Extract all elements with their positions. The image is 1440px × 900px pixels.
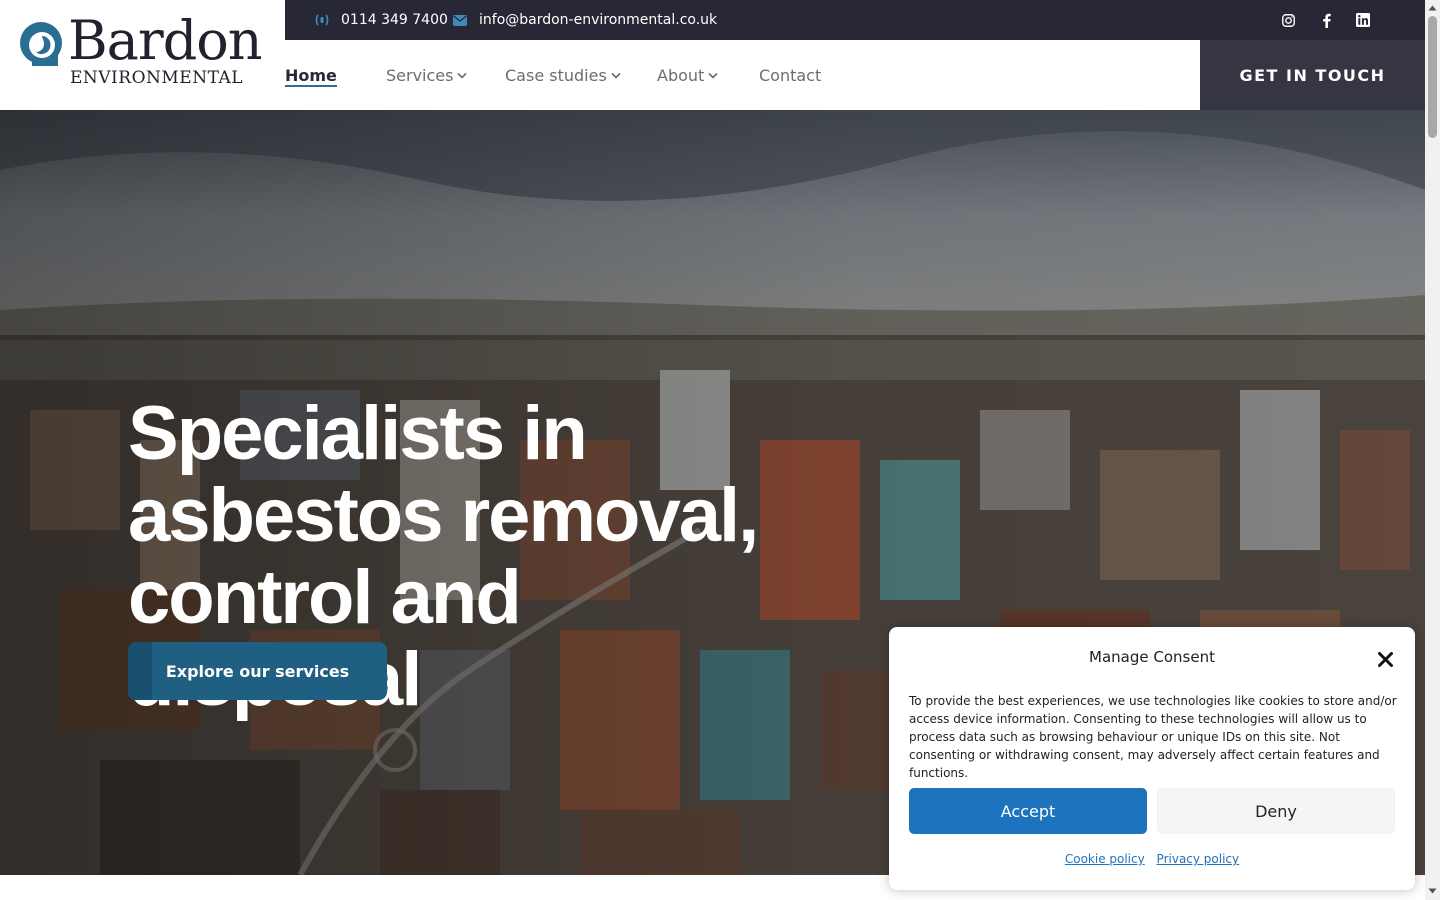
accept-button[interactable]: Accept bbox=[909, 788, 1147, 834]
scrollbar-thumb[interactable] bbox=[1428, 16, 1437, 138]
nav-label-services: Services bbox=[386, 65, 454, 85]
envelope-icon bbox=[453, 14, 467, 26]
page-scrollbar[interactable] bbox=[1425, 0, 1440, 900]
phone-icon bbox=[315, 13, 329, 27]
deny-button[interactable]: Deny bbox=[1157, 788, 1395, 834]
explore-services-button[interactable]: Explore our services bbox=[128, 642, 387, 700]
nav-label-contact: Contact bbox=[759, 65, 822, 85]
logo-mark-icon bbox=[20, 22, 62, 66]
button-accent-edge bbox=[128, 642, 152, 700]
email-address: info@bardon-environmental.co.uk bbox=[479, 12, 718, 28]
main-navigation: Home Services Case studies About Contact bbox=[285, 40, 1200, 110]
phone-number: 0114 349 7400 bbox=[341, 12, 448, 28]
nav-label-case-studies: Case studies bbox=[505, 65, 607, 85]
hero-heading-line: control and bbox=[128, 555, 522, 640]
consent-links: Cookie policy Privacy policy bbox=[889, 852, 1415, 866]
hero-heading-line: Specialists in bbox=[128, 391, 588, 476]
consent-title: Manage Consent bbox=[1089, 648, 1215, 666]
scroll-up-arrow-icon[interactable] bbox=[1428, 3, 1437, 12]
top-contact-bar: 0114 349 7400 info@bardon-environmental.… bbox=[285, 0, 1425, 40]
nav-item-about[interactable]: About bbox=[657, 40, 718, 110]
nav-item-case-studies[interactable]: Case studies bbox=[505, 40, 621, 110]
nav-label-about: About bbox=[657, 65, 705, 85]
get-in-touch-button[interactable]: GET IN TOUCH bbox=[1200, 40, 1425, 110]
nav-item-services[interactable]: Services bbox=[386, 40, 468, 110]
chevron-down-icon bbox=[457, 72, 468, 79]
cookie-consent-dialog: Manage Consent To provide the best exper… bbox=[889, 627, 1415, 890]
cookie-policy-link[interactable]: Cookie policy bbox=[1065, 852, 1145, 866]
email-link[interactable]: info@bardon-environmental.co.uk bbox=[453, 0, 717, 40]
consent-message: To provide the best experiences, we use … bbox=[909, 694, 1397, 780]
phone-link[interactable]: 0114 349 7400 bbox=[315, 0, 448, 40]
instagram-icon[interactable] bbox=[1279, 11, 1297, 29]
hero-heading-line: asbestos removal, bbox=[128, 473, 759, 558]
scroll-down-arrow-icon[interactable] bbox=[1428, 886, 1437, 895]
logo-subtitle: ENVIRONMENTAL bbox=[70, 68, 244, 88]
linkedin-icon[interactable] bbox=[1354, 11, 1372, 29]
nav-item-home[interactable]: Home bbox=[285, 40, 337, 110]
nav-item-contact[interactable]: Contact bbox=[759, 40, 821, 110]
nav-label-home: Home bbox=[285, 65, 337, 85]
chevron-down-icon bbox=[708, 72, 718, 79]
privacy-policy-link[interactable]: Privacy policy bbox=[1157, 852, 1240, 866]
close-icon[interactable] bbox=[1375, 649, 1395, 669]
explore-services-label: Explore our services bbox=[165, 661, 350, 681]
logo-wordmark: Bardon bbox=[68, 9, 263, 72]
chevron-down-icon bbox=[611, 72, 621, 79]
site-logo[interactable]: Bardon ENVIRONMENTAL bbox=[0, 0, 285, 110]
facebook-icon[interactable] bbox=[1317, 11, 1335, 29]
